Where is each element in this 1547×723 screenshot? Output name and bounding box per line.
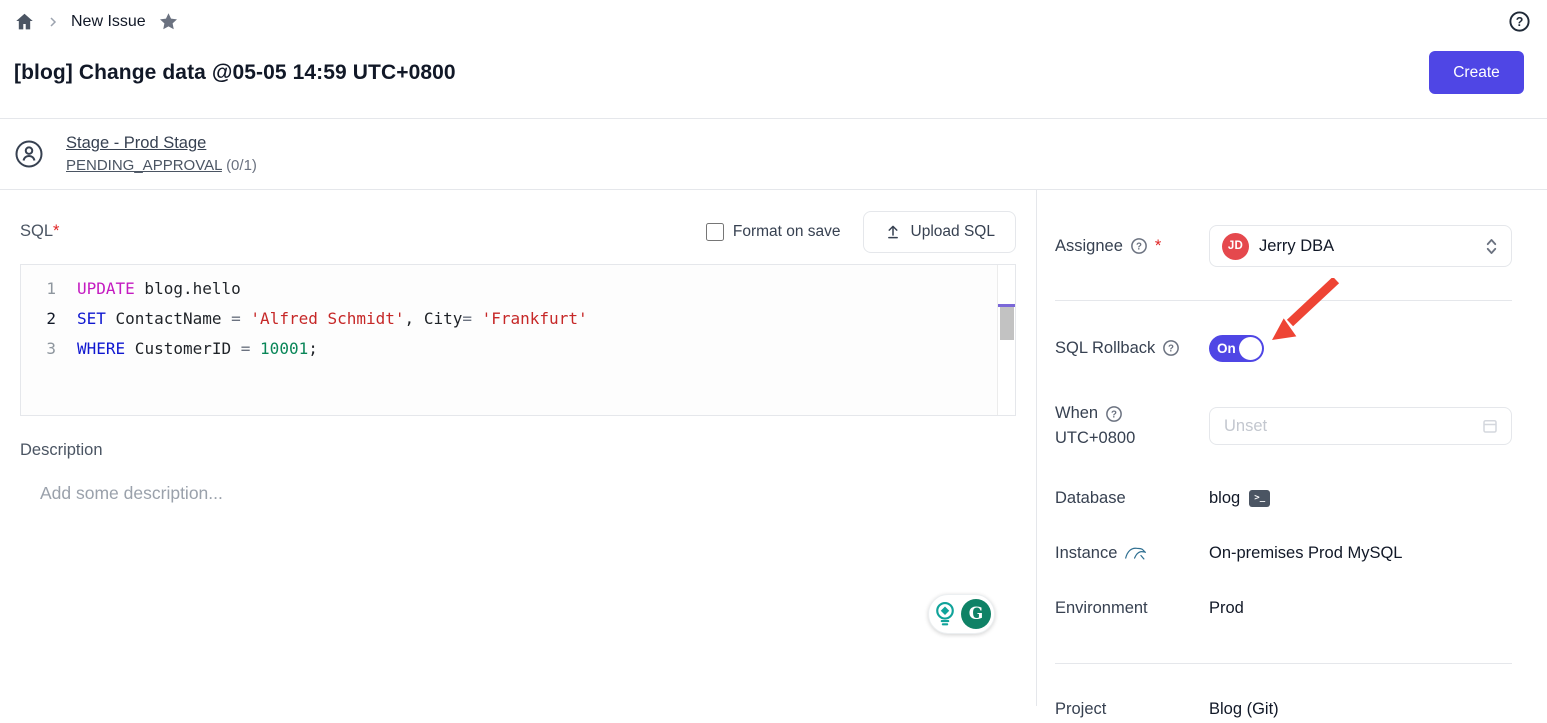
database-value[interactable]: blog (1209, 489, 1240, 508)
rollback-toggle-state: On (1217, 341, 1236, 356)
when-datepicker[interactable] (1209, 407, 1512, 445)
grammarly-widget[interactable]: G (928, 594, 995, 634)
sql-required-mark: * (53, 222, 59, 240)
select-chevrons-icon (1484, 236, 1499, 257)
assignee-label: Assignee (1055, 237, 1123, 256)
when-help-icon[interactable]: ? (1105, 405, 1123, 423)
assignee-row: Assignee ? * JD Jerry DBA (1055, 225, 1512, 267)
database-row: Database blog >_ (1055, 484, 1512, 512)
sql-rollback-row: SQL Rollback ? On (1055, 334, 1512, 362)
svg-text:?: ? (1168, 343, 1174, 354)
assignee-select[interactable]: JD Jerry DBA (1209, 225, 1512, 267)
calendar-icon (1481, 417, 1499, 435)
environment-value: Prod (1209, 599, 1244, 618)
svg-text:?: ? (1136, 241, 1142, 252)
format-on-save-checkbox[interactable] (706, 223, 724, 241)
breadcrumb-chevron-icon (47, 16, 59, 28)
main-panel: SQL* Format on save Upload SQL 123 (0, 190, 1037, 706)
breadcrumb-current: New Issue (71, 13, 146, 31)
environment-row: Environment Prod (1055, 594, 1512, 622)
assignee-help-icon[interactable]: ? (1130, 237, 1148, 255)
upload-sql-label: Upload SQL (911, 223, 995, 241)
instance-value: On-premises Prod MySQL (1209, 544, 1402, 563)
rollback-label-group: SQL Rollback ? (1055, 339, 1209, 358)
help-icon[interactable]: ? (1508, 10, 1531, 33)
sidebar-divider (1055, 300, 1512, 301)
assignee-avatar: JD (1222, 233, 1249, 260)
sql-code-lines[interactable]: UPDATE blog.helloSET ContactName = 'Alfr… (69, 265, 997, 415)
sql-label: SQL* (20, 222, 59, 241)
page-title: [blog] Change data @05-05 14:59 UTC+0800 (14, 61, 456, 85)
rollback-help-icon[interactable]: ? (1162, 339, 1180, 357)
project-row: Project Blog (Git) (1055, 695, 1512, 723)
home-icon[interactable] (14, 11, 35, 32)
issue-header: [blog] Change data @05-05 14:59 UTC+0800… (0, 37, 1547, 118)
when-input[interactable] (1222, 416, 1481, 437)
editor-overview-ruler (997, 265, 1015, 415)
stage-status-count: (0/1) (226, 157, 257, 174)
format-on-save-label: Format on save (733, 223, 841, 241)
favorite-star-icon[interactable] (158, 11, 179, 32)
svg-text:?: ? (1111, 409, 1117, 420)
sql-gutter: 123 (21, 265, 69, 415)
stage-bar: Stage - Prod Stage PENDING_APPROVAL (0/1… (0, 118, 1547, 190)
instance-label: Instance (1055, 544, 1117, 563)
issue-sidebar: Assignee ? * JD Jerry DBA SQL Rollback ? (1037, 190, 1547, 706)
breadcrumb: New Issue ? (0, 0, 1547, 37)
assignee-label-group: Assignee ? * (1055, 237, 1209, 256)
when-row: When ? UTC+0800 (1055, 401, 1512, 451)
stage-link[interactable]: Stage - Prod Stage (66, 134, 257, 153)
toggle-knob (1239, 337, 1262, 360)
when-label: When (1055, 401, 1098, 426)
svg-text:?: ? (1516, 15, 1524, 29)
description-input[interactable]: Add some description... (40, 483, 1016, 504)
when-label-group: When ? UTC+0800 (1055, 401, 1209, 451)
stage-status-link[interactable]: PENDING_APPROVAL (66, 157, 222, 174)
mysql-dolphin-icon (1124, 544, 1146, 562)
project-value[interactable]: Blog (Git) (1209, 700, 1279, 719)
editor-scrollbar-thumb[interactable] (1000, 307, 1014, 340)
user-circle-icon (14, 139, 44, 169)
upload-icon (884, 223, 902, 241)
when-timezone: UTC+0800 (1055, 429, 1135, 447)
instance-row: Instance On-premises Prod MySQL (1055, 539, 1512, 567)
sidebar-divider-2 (1055, 663, 1512, 664)
instance-label-group: Instance (1055, 544, 1209, 563)
sql-console-icon[interactable]: >_ (1249, 490, 1270, 507)
rollback-toggle[interactable]: On (1209, 335, 1264, 362)
description-label: Description (20, 441, 1016, 460)
project-label: Project (1055, 700, 1209, 719)
environment-label: Environment (1055, 599, 1209, 618)
assignee-value: Jerry DBA (1259, 237, 1474, 256)
grammarly-icon[interactable]: G (961, 599, 991, 629)
stage-status: PENDING_APPROVAL (0/1) (66, 157, 257, 174)
suggestion-bulb-icon[interactable] (932, 600, 958, 628)
database-label: Database (1055, 489, 1209, 508)
upload-sql-button[interactable]: Upload SQL (863, 211, 1016, 253)
assignee-required-mark: * (1155, 237, 1161, 256)
rollback-label: SQL Rollback (1055, 339, 1155, 358)
create-button[interactable]: Create (1429, 51, 1524, 94)
sql-editor[interactable]: 123 UPDATE blog.helloSET ContactName = '… (20, 264, 1016, 416)
format-on-save: Format on save (706, 223, 841, 241)
